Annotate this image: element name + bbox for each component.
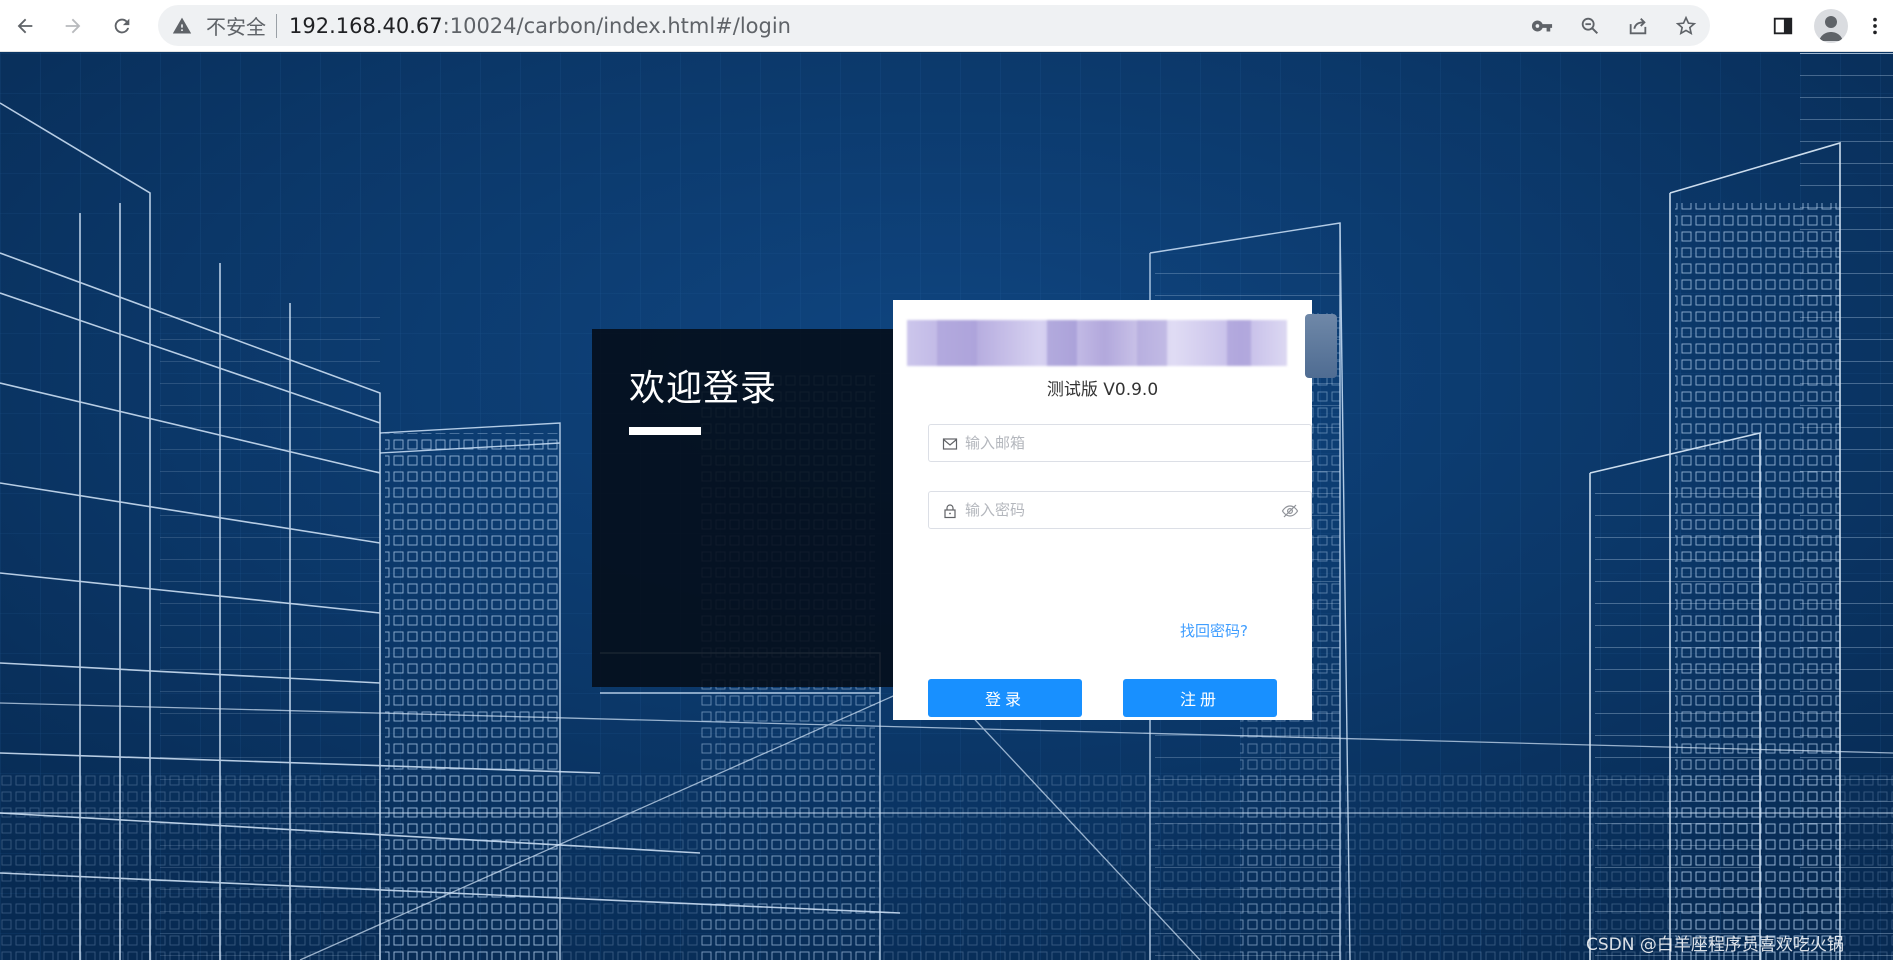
email-input[interactable] [965,425,1265,461]
bookmark-button[interactable] [1662,5,1710,46]
address-bar[interactable]: 不安全 192.168.40.67:10024/carbon/index.htm… [158,5,1710,46]
star-icon [1675,15,1697,35]
mail-icon [942,438,958,450]
forward-arrow-icon [65,18,81,34]
eye-off-icon[interactable] [1281,502,1299,520]
login-button[interactable]: 登录 [928,679,1082,717]
share-button[interactable] [1614,5,1662,46]
zoom-icon [1581,17,1599,34]
password-input[interactable] [965,492,1265,528]
page-viewport: 欢迎登录 测试版 V0.9.0 找回密码? 登录 注册 CSDN @白羊座程序员… [0,53,1893,960]
password-button[interactable] [1518,5,1566,46]
email-field[interactable] [928,424,1312,462]
welcome-title: 欢迎登录 [629,368,778,409]
separator [276,13,277,38]
menu-icon [1873,17,1877,35]
forgot-password-link[interactable]: 找回密码? [1180,620,1248,641]
key-icon [1531,20,1553,31]
side-panel-icon [1773,17,1793,35]
back-arrow-icon [17,18,33,34]
blurred-logo-mark [1305,314,1337,378]
blurred-logo [907,320,1287,366]
back-button[interactable] [8,9,42,43]
profile-icon [1819,16,1843,41]
url-path: :10024/carbon/index.html#/login [442,13,791,38]
welcome-underline [629,427,701,435]
csdn-watermark: CSDN @白羊座程序员喜欢吃火锅 [1586,935,1844,955]
browser-toolbar: 不安全 192.168.40.67:10024/carbon/index.htm… [0,0,1893,52]
register-button[interactable]: 注册 [1123,679,1277,717]
url-host: 192.168.40.67 [289,13,443,38]
share-icon [1629,17,1647,34]
forward-button[interactable] [56,9,90,43]
login-card: 测试版 V0.9.0 找回密码? 登录 注册 [893,300,1337,720]
side-panel-button[interactable] [1766,9,1800,43]
menu-button[interactable] [1858,9,1892,43]
welcome-panel: 欢迎登录 [592,329,894,687]
reload-icon [114,18,130,34]
lock-icon [944,504,956,519]
zoom-button[interactable] [1566,5,1614,46]
warning-icon[interactable] [172,16,192,36]
reload-button[interactable] [105,9,139,43]
version-label: 测试版 V0.9.0 [1046,380,1159,400]
password-field[interactable] [928,491,1312,529]
security-label[interactable]: 不安全 [206,11,266,40]
url-text[interactable]: 192.168.40.67:10024/carbon/index.html#/l… [289,14,791,38]
profile-button[interactable] [1814,9,1848,43]
